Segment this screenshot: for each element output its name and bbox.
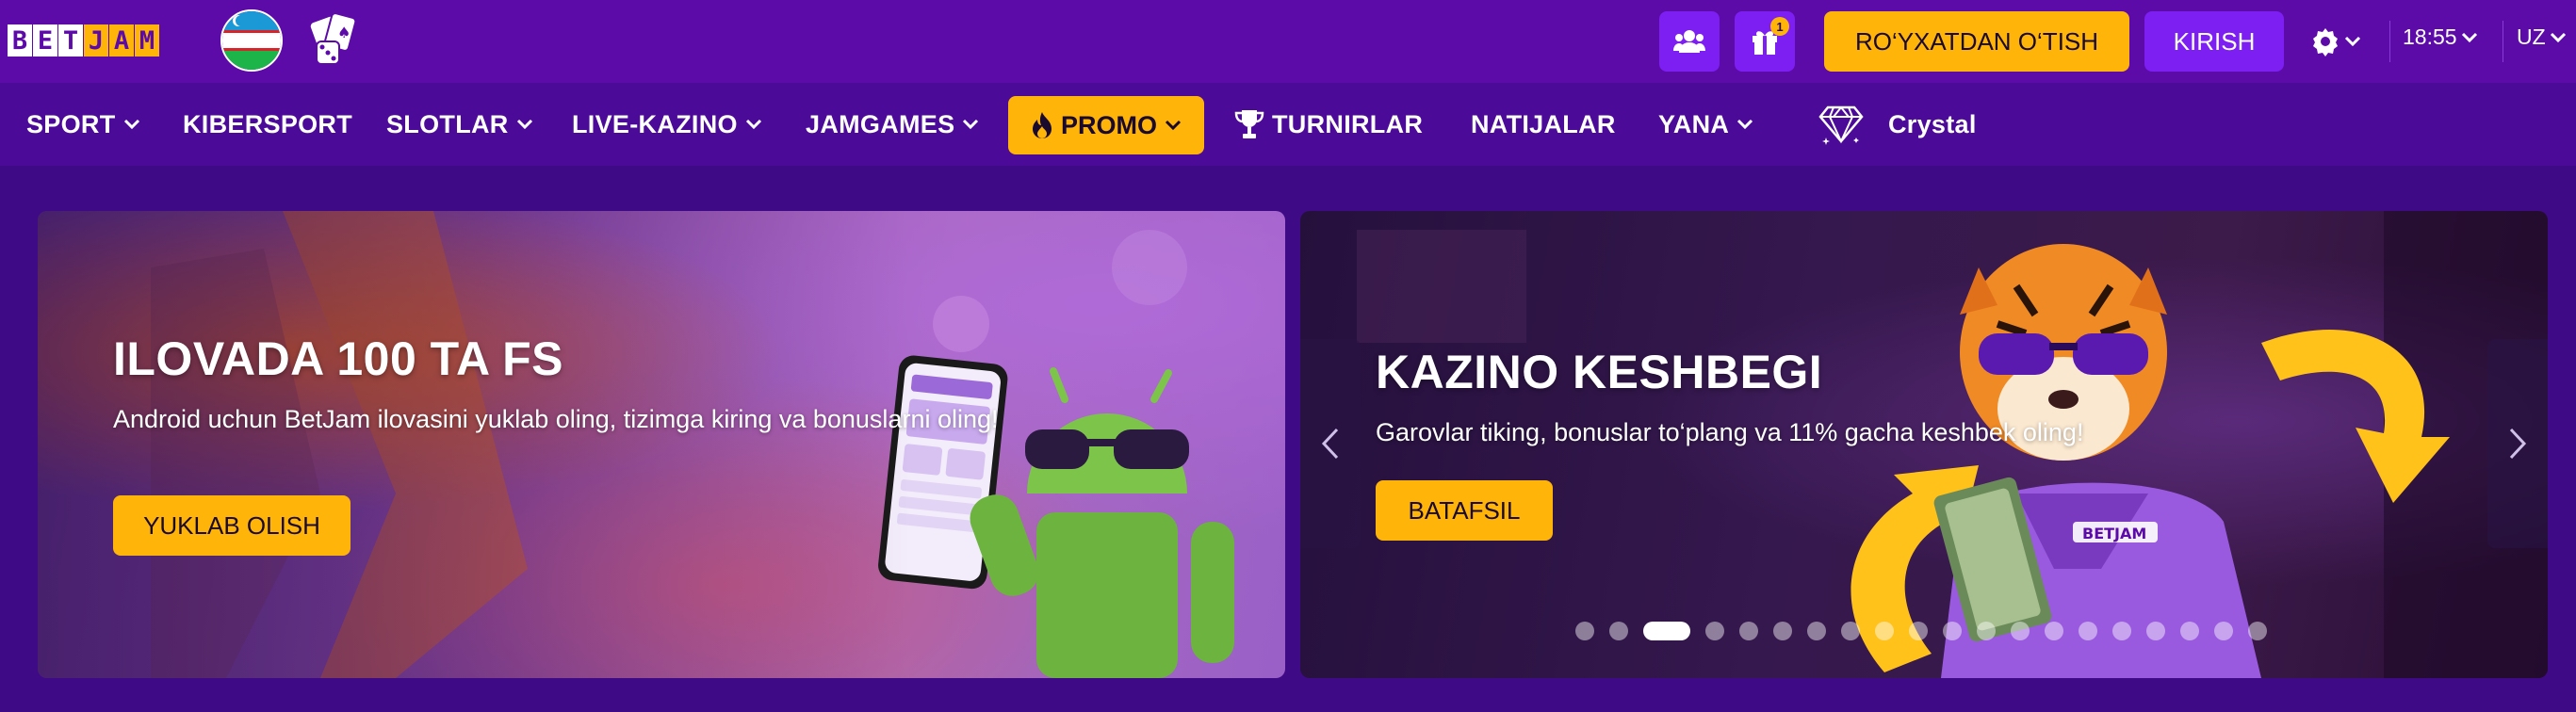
logo-letter: B bbox=[8, 24, 32, 57]
chevron-down-icon bbox=[2344, 36, 2361, 47]
cards-dice-icon[interactable]: ♠ bbox=[302, 9, 364, 72]
nav-item-yana[interactable]: YANA bbox=[1658, 83, 1753, 166]
chevron-down-icon bbox=[1165, 120, 1182, 131]
nav-item-kibersport[interactable]: KIBERSPORT bbox=[183, 83, 352, 166]
download-app-button[interactable]: YUKLAB OLISH bbox=[113, 495, 351, 556]
svg-text:BETJAM: BETJAM bbox=[2082, 525, 2146, 542]
time-label: 18:55 bbox=[2403, 24, 2457, 49]
carousel-dots bbox=[1575, 620, 2282, 642]
chevron-down-icon bbox=[516, 119, 532, 130]
nav-item-label: TURNIRLAR bbox=[1272, 109, 1424, 138]
login-button[interactable]: KIRISH bbox=[2144, 11, 2284, 72]
carousel-dot[interactable] bbox=[2248, 622, 2267, 640]
carousel-dot[interactable] bbox=[1739, 622, 1758, 640]
chevron-down-icon bbox=[2550, 32, 2566, 42]
gift-button[interactable]: 1 bbox=[1735, 11, 1795, 72]
logo-letter: J bbox=[84, 24, 108, 57]
fire-icon bbox=[1032, 112, 1052, 138]
nav-item-sport[interactable]: SPORT bbox=[26, 83, 140, 166]
nav-item-turnirlar[interactable]: TURNIRLAR bbox=[1234, 83, 1423, 166]
divider bbox=[2389, 21, 2390, 62]
carousel-dot[interactable] bbox=[1909, 622, 1928, 640]
users-group-icon bbox=[1673, 30, 1705, 53]
nav-item-label: YANA bbox=[1658, 109, 1730, 138]
logo-letter: T bbox=[58, 24, 83, 57]
settings-dropdown[interactable] bbox=[2310, 21, 2376, 62]
logo-letter: M bbox=[135, 24, 159, 57]
main-nav: SPORT KIBERSPORT SLOTLAR LIVE-KAZINO JAM… bbox=[0, 83, 2576, 166]
gift-count-badge: 1 bbox=[1770, 17, 1789, 36]
nav-item-label: NATIJALAR bbox=[1471, 109, 1616, 138]
nav-item-label: KIBERSPORT bbox=[183, 109, 353, 138]
chevron-down-icon bbox=[745, 119, 761, 130]
carousel-dot[interactable] bbox=[2011, 622, 2030, 640]
nav-item-label: Crystal bbox=[1888, 109, 1977, 138]
carousel-dot[interactable] bbox=[1875, 622, 1894, 640]
banner-text: Garovlar tiking, bonuslar to‘plang va 11… bbox=[1376, 418, 2084, 446]
carousel-dot[interactable] bbox=[1977, 622, 1996, 640]
logo-letter: A bbox=[109, 24, 134, 57]
carousel-dot[interactable] bbox=[1609, 622, 1628, 640]
carousel-prev-button[interactable] bbox=[1300, 339, 1361, 548]
carousel-dot[interactable] bbox=[1943, 622, 1962, 640]
betjam-logo[interactable]: B E T J A M bbox=[8, 24, 160, 58]
details-button[interactable]: BATAFSIL bbox=[1376, 480, 1553, 541]
language-selector[interactable]: UZ bbox=[2517, 24, 2567, 50]
nav-item-jamgames[interactable]: JAMGAMES bbox=[806, 83, 979, 166]
carousel-dot[interactable] bbox=[2146, 622, 2165, 640]
logo-letter: E bbox=[33, 24, 57, 57]
carousel-dot[interactable] bbox=[1773, 622, 1792, 640]
chevron-down-icon bbox=[963, 119, 979, 130]
carousel-dot[interactable] bbox=[2214, 622, 2233, 640]
promo-banner-app[interactable]: ILOVADA 100 TA FS Android uchun BetJam i… bbox=[38, 211, 1285, 678]
carousel-next-button[interactable] bbox=[2487, 339, 2548, 548]
nav-item-live-kazino[interactable]: LIVE-KAZINO bbox=[572, 83, 762, 166]
register-button[interactable]: RO‘YXATDAN O‘TISH bbox=[1824, 11, 2129, 72]
language-label: UZ bbox=[2517, 24, 2546, 49]
svg-text:♠: ♠ bbox=[337, 24, 351, 41]
banner-title: KAZINO KESHBEGI bbox=[1376, 346, 1823, 398]
friends-button[interactable] bbox=[1659, 11, 1720, 72]
gear-icon bbox=[2313, 28, 2338, 57]
promo-banner-cashback[interactable]: BETJAM KAZINO KESHBEGI Garovlar tiking, … bbox=[1300, 211, 2548, 678]
nav-item-label: LIVE-KAZINO bbox=[572, 109, 738, 138]
nav-item-label: JAMGAMES bbox=[806, 109, 955, 138]
nav-item-natijalar[interactable]: NATIJALAR bbox=[1471, 83, 1616, 166]
banner-title: ILOVADA 100 TA FS bbox=[113, 332, 564, 385]
chevron-right-icon bbox=[2509, 428, 2527, 460]
chevron-down-icon bbox=[2461, 32, 2477, 42]
carousel-dot[interactable] bbox=[2045, 622, 2063, 640]
uzbekistan-flag-icon[interactable] bbox=[220, 9, 283, 72]
chevron-down-icon bbox=[123, 119, 139, 130]
carousel-dot[interactable] bbox=[1643, 622, 1690, 640]
nav-item-label: SLOTLAR bbox=[386, 109, 509, 138]
carousel-dot[interactable] bbox=[2112, 622, 2131, 640]
chevron-left-icon bbox=[1321, 428, 1339, 460]
nav-item-slotlar[interactable]: SLOTLAR bbox=[386, 83, 533, 166]
carousel-dot[interactable] bbox=[1705, 622, 1724, 640]
nav-item-label: SPORT bbox=[26, 109, 116, 138]
diamond-icon bbox=[1818, 105, 1864, 145]
banner-text: Android uchun BetJam ilovasini yuklab ol… bbox=[113, 405, 999, 433]
chevron-down-icon bbox=[1737, 119, 1753, 130]
banner-shade bbox=[38, 211, 1285, 678]
carousel-dot[interactable] bbox=[2079, 622, 2097, 640]
trophy-icon bbox=[1234, 110, 1264, 138]
carousel-dot[interactable] bbox=[1807, 622, 1826, 640]
nav-item-promo[interactable]: PROMO bbox=[1008, 96, 1204, 154]
carousel-dot[interactable] bbox=[2180, 622, 2199, 640]
nav-item-label: PROMO bbox=[1060, 110, 1157, 139]
nav-item-crystal[interactable]: Crystal bbox=[1818, 83, 1977, 166]
carousel-dot[interactable] bbox=[1841, 622, 1860, 640]
clock[interactable]: 18:55 bbox=[2403, 24, 2478, 50]
top-bar: B E T J A M ♠ 1 RO‘YXATDAN O‘TISH KIRISH bbox=[0, 0, 2576, 83]
carousel-dot[interactable] bbox=[1575, 622, 1594, 640]
